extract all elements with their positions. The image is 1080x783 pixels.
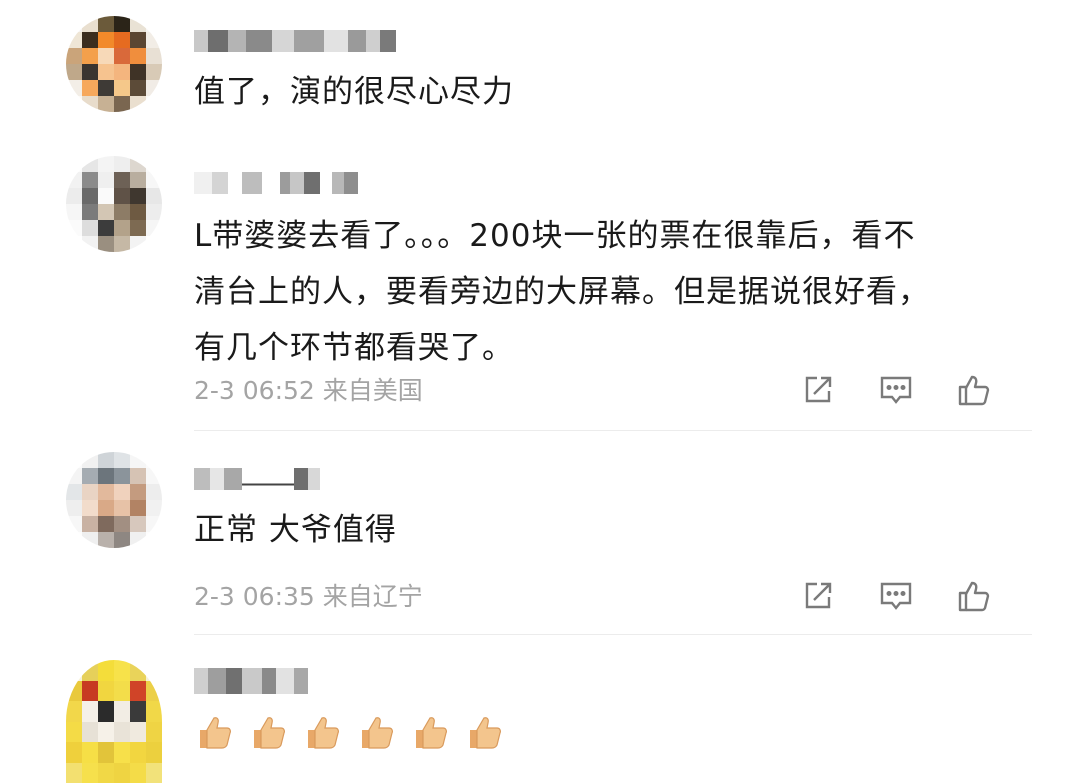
- username-redacted[interactable]: [194, 468, 330, 490]
- thumbs-up-emoji: [356, 710, 396, 752]
- username-redacted[interactable]: [194, 668, 308, 694]
- emoji-row: [194, 710, 504, 752]
- divider: [194, 634, 1032, 635]
- divider: [194, 430, 1032, 431]
- comment-actions: [800, 578, 992, 614]
- thumbs-up-emoji: [194, 710, 234, 752]
- username-redacted[interactable]: [194, 172, 358, 194]
- avatar[interactable]: [66, 156, 162, 252]
- like-icon[interactable]: [956, 578, 992, 614]
- comment-meta: 2-3 06:35 来自辽宁: [194, 582, 423, 612]
- timestamp: 2-3 06:35: [194, 582, 315, 611]
- comment-icon[interactable]: [878, 578, 914, 614]
- comment-icon[interactable]: [878, 372, 914, 408]
- username-redacted[interactable]: [194, 30, 396, 52]
- thumbs-up-emoji: [464, 710, 504, 752]
- thumbs-up-emoji: [410, 710, 450, 752]
- comment-text: 正常 大爷值得: [194, 512, 397, 548]
- comment-line: 清台上的人，要看旁边的大屏幕。但是据说很好看，: [194, 274, 930, 310]
- comment-text: L带婆婆去看了。。。200块一张的票在很靠后，看不 清台上的人，要看旁边的大屏幕…: [194, 212, 1014, 372]
- comment-line: L带婆婆去看了。。。200块一张的票在很靠后，看不: [194, 218, 916, 254]
- share-icon[interactable]: [800, 372, 836, 408]
- location: 来自辽宁: [322, 582, 423, 611]
- avatar[interactable]: [66, 660, 162, 783]
- thumbs-up-emoji: [248, 710, 288, 752]
- avatar[interactable]: [66, 452, 162, 548]
- avatar[interactable]: [66, 16, 162, 112]
- comment-meta: 2-3 06:52 来自美国: [194, 376, 423, 406]
- comment-actions: [800, 372, 992, 408]
- share-icon[interactable]: [800, 578, 836, 614]
- comment-text: 值了，演的很尽心尽力: [194, 74, 514, 110]
- location: 来自美国: [322, 376, 423, 405]
- timestamp: 2-3 06:52: [194, 376, 315, 405]
- thumbs-up-emoji: [302, 710, 342, 752]
- like-icon[interactable]: [956, 372, 992, 408]
- comment-line: 有几个环节都看哭了。: [194, 330, 514, 366]
